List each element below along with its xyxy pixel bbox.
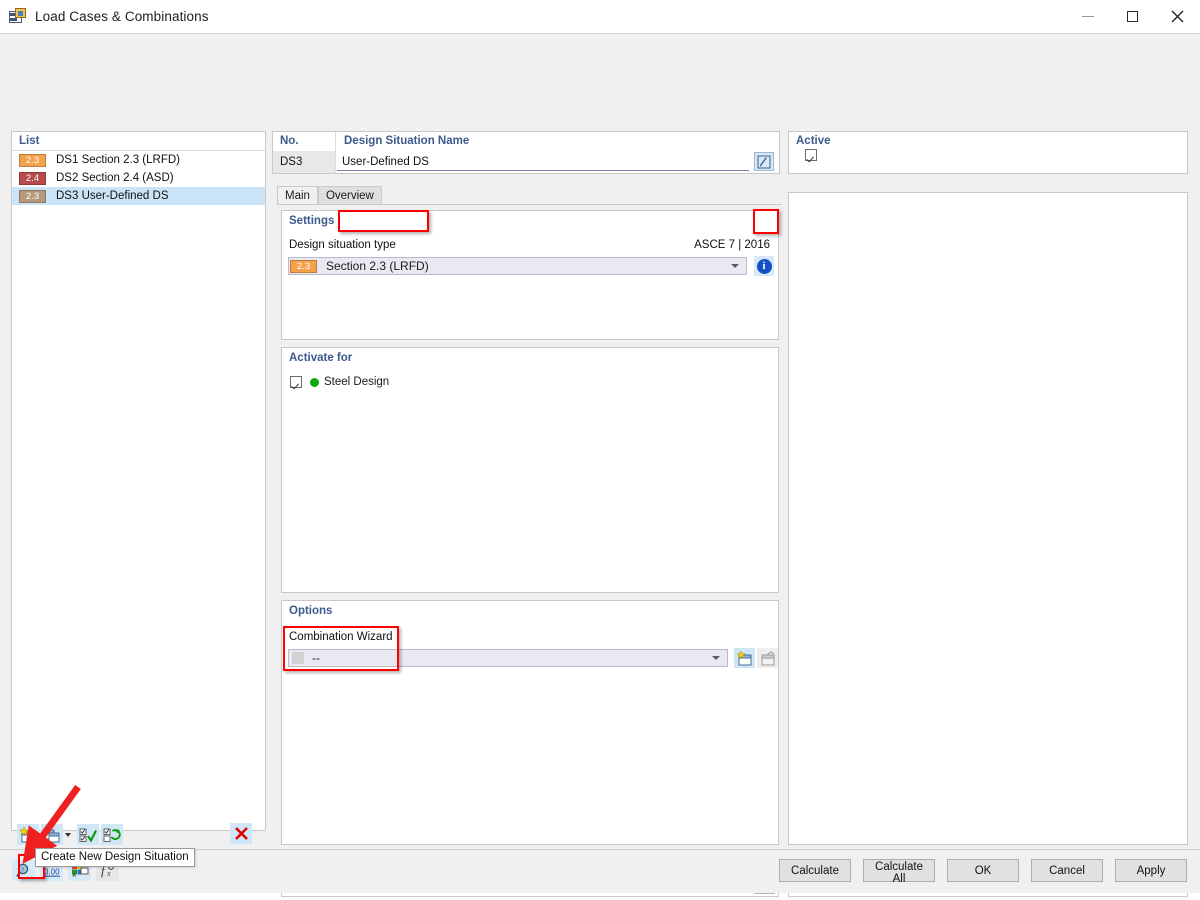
invert-check-icon [103,827,121,843]
inner-tab-strip: Main Overview [277,186,402,205]
list-item-badge: 2.3 [19,190,46,203]
combination-wizard-combo[interactable]: -- [288,649,728,667]
steel-design-checkbox[interactable] [290,376,302,388]
no-value-cell: DS3 [273,151,335,173]
design-situation-header: No. DS3 Design Situation Name [272,131,780,174]
calculate-all-button[interactable]: Calculate All [863,859,935,882]
copy-design-situation-button[interactable] [41,824,63,845]
activate-for-item-label: Steel Design [324,376,389,388]
list-item[interactable]: 2.3 DS1 Section 2.3 (LRFD) [12,151,265,169]
design-situation-type-label: Design situation type [289,239,396,251]
standard-code-label: ASCE 7 | 2016 [694,239,770,251]
active-checkbox-wrap [797,149,1187,164]
close-button[interactable] [1155,0,1200,32]
edit-name-button[interactable] [754,152,774,171]
combination-wizard-label: Combination Wizard [289,631,393,643]
edit-combination-wizard-icon [759,651,776,666]
edit-name-icon [757,155,771,169]
check-all-icon [79,827,97,843]
settings-group: Settings Design situation type ASCE 7 | … [281,210,779,340]
copy-design-situation-icon [43,827,61,843]
design-situation-list-panel: List 2.3 DS1 Section 2.3 (LRFD) 2.4 DS2 … [11,131,266,831]
dialog-buttons: Calculate Calculate All OK Cancel Apply [767,859,1187,882]
chevron-down-icon [712,656,720,660]
list-item-label: DS2 Section 2.4 (ASD) [56,172,174,184]
design-situation-type-badge: 2.3 [290,260,317,273]
active-panel: Active [788,131,1188,174]
list-item-selected[interactable]: 2.3 DS3 User-Defined DS [12,187,265,205]
window-controls [1065,0,1200,32]
create-new-design-situation-button[interactable] [17,824,39,845]
new-combination-wizard-button[interactable] [734,648,755,668]
design-situation-type-combo[interactable]: 2.3 Section 2.3 (LRFD) [288,257,747,275]
svg-text:?: ? [21,867,24,874]
no-column: No. DS3 [273,132,336,173]
options-group: Options Combination Wizard -- [281,600,779,845]
apply-button[interactable]: Apply [1115,859,1187,882]
design-situation-type-value: Section 2.3 (LRFD) [326,259,429,273]
list-item-label: DS3 User-Defined DS [56,190,168,202]
find-button[interactable]: ? [12,860,35,881]
minimize-button[interactable] [1065,0,1110,32]
design-situation-name-input[interactable] [337,153,749,171]
active-checkbox[interactable] [805,149,817,161]
combination-wizard-value: -- [312,651,320,665]
list-item-label: DS1 Section 2.3 (LRFD) [56,154,180,166]
no-value: DS3 [273,156,302,168]
calculate-button[interactable]: Calculate [779,859,851,882]
tab-overview[interactable]: Overview [318,186,382,205]
check-all-button[interactable] [77,824,99,845]
list-toolbar [11,821,266,848]
list-item[interactable]: 2.4 DS2 Section 2.4 (ASD) [12,169,265,187]
copy-dropdown-arrow[interactable] [65,833,71,837]
chevron-down-icon [731,264,739,268]
delete-icon [234,826,249,841]
active-label: Active [789,132,1187,147]
maximize-button[interactable] [1110,0,1155,32]
svg-text:x: x [106,869,111,878]
title-bar: Load Cases & Combinations [0,0,1200,32]
design-situation-name-label: Design Situation Name [273,132,779,147]
preview-panel [788,192,1188,845]
tab-main[interactable]: Main [277,186,318,205]
cancel-button[interactable]: Cancel [1031,859,1103,882]
info-icon: i [757,259,772,274]
info-button[interactable]: i [754,256,774,276]
invert-check-button[interactable] [101,824,123,845]
find-icon: ? [16,863,32,878]
dialog-body: List 2.3 DS1 Section 2.3 (LRFD) 2.4 DS2 … [0,92,1200,849]
list-item-badge: 2.3 [19,154,46,167]
edit-combination-wizard-button[interactable] [757,648,778,668]
status-dot-icon [310,378,319,387]
svg-text:0.00: 0.00 [44,868,60,877]
window-title: Load Cases & Combinations [35,9,209,24]
no-column-label: No. [273,132,335,147]
combination-wizard-swatch [292,652,304,664]
activate-for-item[interactable]: Steel Design [290,376,389,388]
settings-title: Settings [282,211,778,227]
new-design-situation-icon [19,827,37,843]
delete-design-situation-button[interactable] [230,823,252,844]
activate-for-group: Activate for Steel Design [281,347,779,593]
load-cases-icon [9,8,27,24]
tooltip-create-new-design-situation: Create New Design Situation [35,848,195,867]
design-situation-name-field[interactable] [337,151,749,173]
options-title: Options [282,601,778,617]
list-item-badge: 2.4 [19,172,46,185]
activate-for-title: Activate for [282,348,778,364]
dialog-window: List 2.3 DS1 Section 2.3 (LRFD) 2.4 DS2 … [0,33,1200,873]
close-icon [1171,10,1184,23]
new-combination-wizard-icon [736,651,753,666]
inner-tab-divider [277,204,782,205]
list-header: List [12,132,265,151]
ok-button[interactable]: OK [947,859,1019,882]
